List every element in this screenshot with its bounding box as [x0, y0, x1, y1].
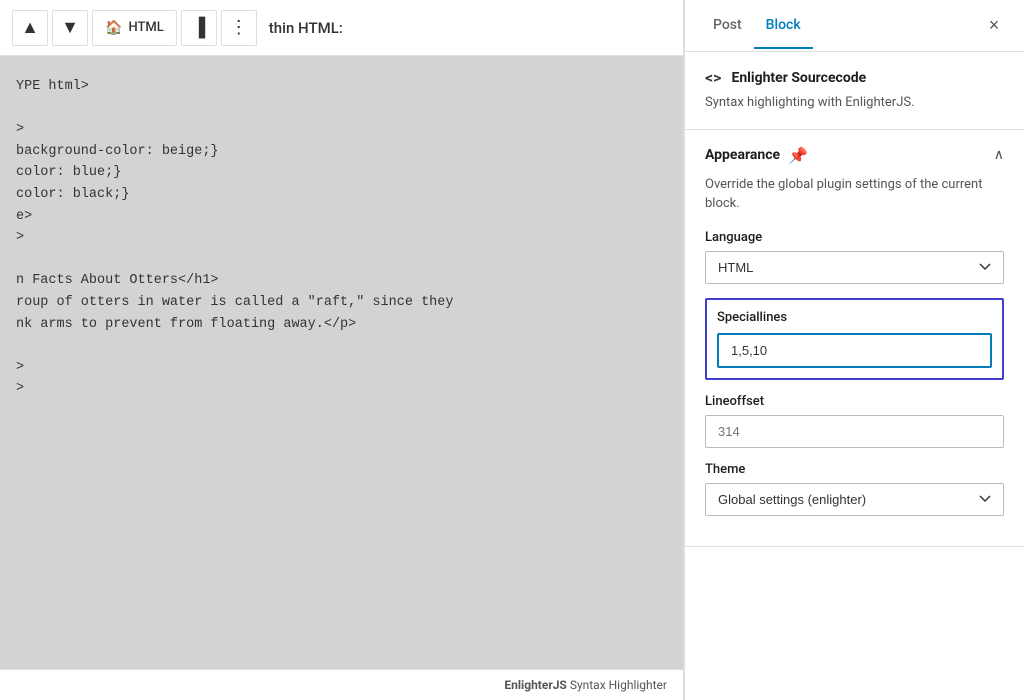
- lineoffset-field-group: Lineoffset: [705, 394, 1004, 448]
- speciallines-label: Speciallines: [717, 310, 992, 325]
- lineoffset-input[interactable]: [705, 415, 1004, 448]
- appearance-section: Appearance 📌 ∧ Override the global plugi…: [685, 130, 1024, 547]
- editor-panel: ▲ ▼ 🏠 HTML ▐ ⋮ thin HTML: YPE html> > ba…: [0, 0, 684, 700]
- more-icon: ⋮: [230, 17, 248, 38]
- close-icon: ×: [989, 15, 1000, 36]
- theme-field-group: Theme Global settings (enlighter) Enligh…: [705, 462, 1004, 516]
- more-options-button[interactable]: ⋮: [221, 10, 257, 46]
- appearance-title: Appearance: [705, 147, 780, 163]
- tab-post[interactable]: Post: [701, 3, 754, 49]
- footer-tagline-text: Syntax Highlighter: [570, 678, 667, 692]
- move-up-button[interactable]: ▲: [12, 10, 48, 46]
- lineoffset-label: Lineoffset: [705, 394, 1004, 409]
- html-block-label: HTML: [128, 20, 163, 35]
- theme-select[interactable]: Global settings (enlighter) Enlighter At…: [705, 483, 1004, 516]
- language-field-group: Language HTML CSS JavaScript PHP Python: [705, 230, 1004, 284]
- sidebar-panel: Post Block × <> Enlighter Sourcecode Syn…: [684, 0, 1024, 700]
- plugin-header: <> Enlighter Sourcecode: [705, 68, 1004, 87]
- close-button[interactable]: ×: [980, 12, 1008, 40]
- pin-icon: 📌: [788, 146, 808, 165]
- toolbar: ▲ ▼ 🏠 HTML ▐ ⋮ thin HTML:: [0, 0, 683, 56]
- appearance-description: Override the global plugin settings of t…: [705, 175, 1004, 214]
- plugin-code-icon: <>: [705, 68, 721, 87]
- plugin-info-section: <> Enlighter Sourcecode Syntax highlight…: [685, 52, 1024, 130]
- code-content: YPE html> > background-color: beige;} co…: [16, 76, 667, 400]
- appearance-header: Appearance 📌 ∧: [705, 146, 1004, 165]
- layout-button[interactable]: ▐: [181, 10, 217, 46]
- html-block-icon: 🏠: [105, 20, 122, 36]
- code-editor[interactable]: YPE html> > background-color: beige;} co…: [0, 56, 683, 669]
- tab-block[interactable]: Block: [754, 3, 813, 49]
- plugin-description: Syntax highlighting with EnlighterJS.: [705, 93, 1004, 113]
- down-icon: ▼: [61, 17, 79, 38]
- appearance-title-row: Appearance 📌: [705, 146, 808, 165]
- sidebar-tabs: Post Block ×: [685, 0, 1024, 52]
- language-select[interactable]: HTML CSS JavaScript PHP Python: [705, 251, 1004, 284]
- language-label: Language: [705, 230, 1004, 245]
- html-block-button[interactable]: 🏠 HTML: [92, 10, 177, 46]
- speciallines-field-group: Speciallines: [705, 298, 1004, 380]
- speciallines-input[interactable]: [717, 333, 992, 368]
- chevron-up-icon[interactable]: ∧: [994, 147, 1004, 163]
- theme-label: Theme: [705, 462, 1004, 477]
- move-down-button[interactable]: ▼: [52, 10, 88, 46]
- plugin-title: Enlighter Sourcecode: [731, 70, 866, 86]
- block-title: thin HTML:: [269, 19, 343, 37]
- code-footer: EnlighterJS Syntax Highlighter: [0, 669, 683, 700]
- up-icon: ▲: [21, 17, 39, 38]
- layout-icon: ▐: [192, 17, 205, 38]
- footer-brand: EnlighterJS: [504, 678, 566, 692]
